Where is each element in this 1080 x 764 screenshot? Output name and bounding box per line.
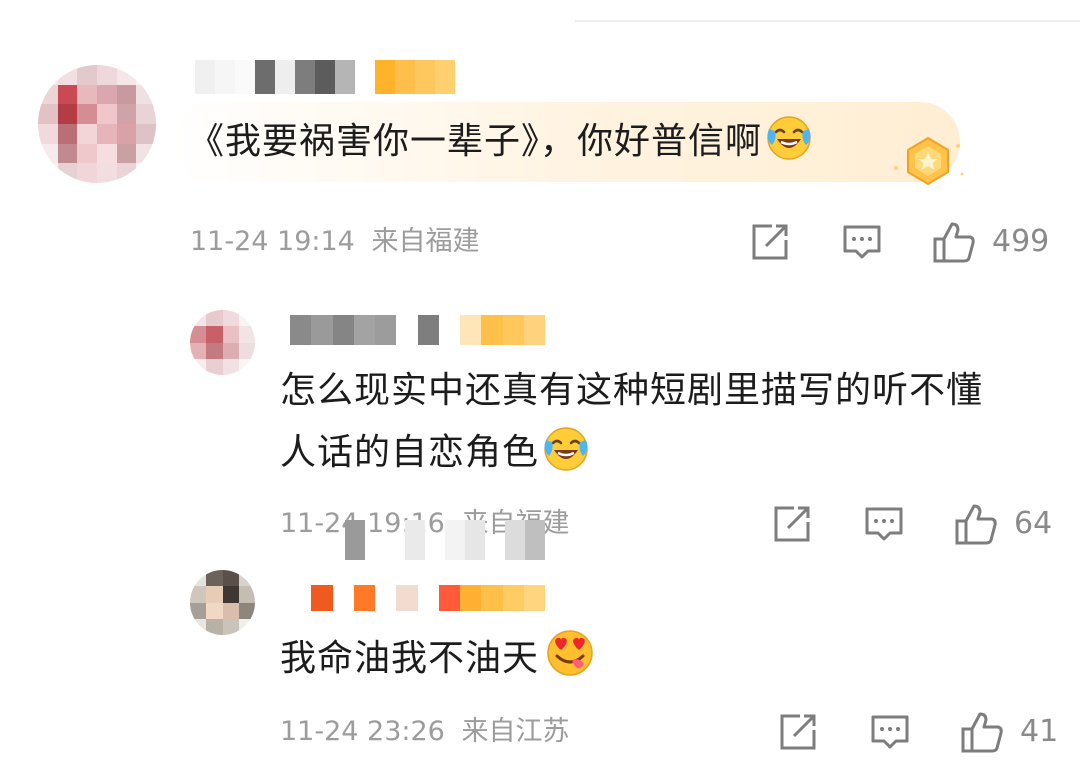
comment-meta: 11-24 19:14 来自福建 <box>190 222 479 262</box>
comment-icon[interactable] <box>864 504 904 544</box>
comment-text-body: 《我要祸害你一辈子》，你好普信啊 <box>188 121 763 162</box>
comment-icon[interactable] <box>870 712 910 752</box>
share-icon[interactable] <box>750 222 790 262</box>
comment-text-line: 怎么现实中还真有这种短剧里描写的听不懂 <box>280 370 984 411</box>
comment-text-body: 人话的自恋角色 <box>280 432 540 473</box>
like-count: 64 <box>1014 506 1053 541</box>
location-label: 来自江苏 <box>461 716 570 747</box>
pixelated-overlay <box>325 520 565 560</box>
comment-text: 《我要祸害你一辈子》，你好普信啊 <box>188 111 812 173</box>
avatar[interactable] <box>190 310 255 375</box>
comment-text: 怎么现实中还真有这种短剧里描写的听不懂 人话的自恋角色 <box>280 360 983 484</box>
thumbs-up-icon[interactable] <box>954 502 998 546</box>
share-icon[interactable] <box>772 504 812 544</box>
gold-medal-badge-icon <box>888 132 968 192</box>
timestamp: 11-24 19:14 <box>190 226 355 257</box>
divider-line <box>575 20 1080 22</box>
thumbs-up-icon[interactable] <box>932 220 976 264</box>
comment-meta: 11-24 23:26 来自江苏 <box>280 712 569 752</box>
laughing-tears-icon <box>766 115 812 161</box>
heart-eyes-tongue-icon <box>545 628 595 678</box>
comment-icon[interactable] <box>842 222 882 262</box>
comment-text-line: 人话的自恋角色 <box>280 422 983 484</box>
like-count: 41 <box>1020 714 1059 749</box>
username[interactable] <box>290 585 545 611</box>
username[interactable] <box>195 60 455 94</box>
thumbs-up-icon[interactable] <box>960 710 1004 754</box>
username[interactable] <box>290 315 545 345</box>
avatar[interactable] <box>38 65 156 183</box>
comment-text-body: 我命油我不油天 <box>280 638 540 679</box>
comment-text: 我命油我不油天 <box>280 628 595 690</box>
share-icon[interactable] <box>778 712 818 752</box>
like-count: 499 <box>992 224 1050 259</box>
location-label: 来自福建 <box>371 226 480 257</box>
timestamp: 11-24 23:26 <box>280 716 445 747</box>
avatar[interactable] <box>190 570 255 635</box>
laughing-tears-icon <box>543 426 589 472</box>
